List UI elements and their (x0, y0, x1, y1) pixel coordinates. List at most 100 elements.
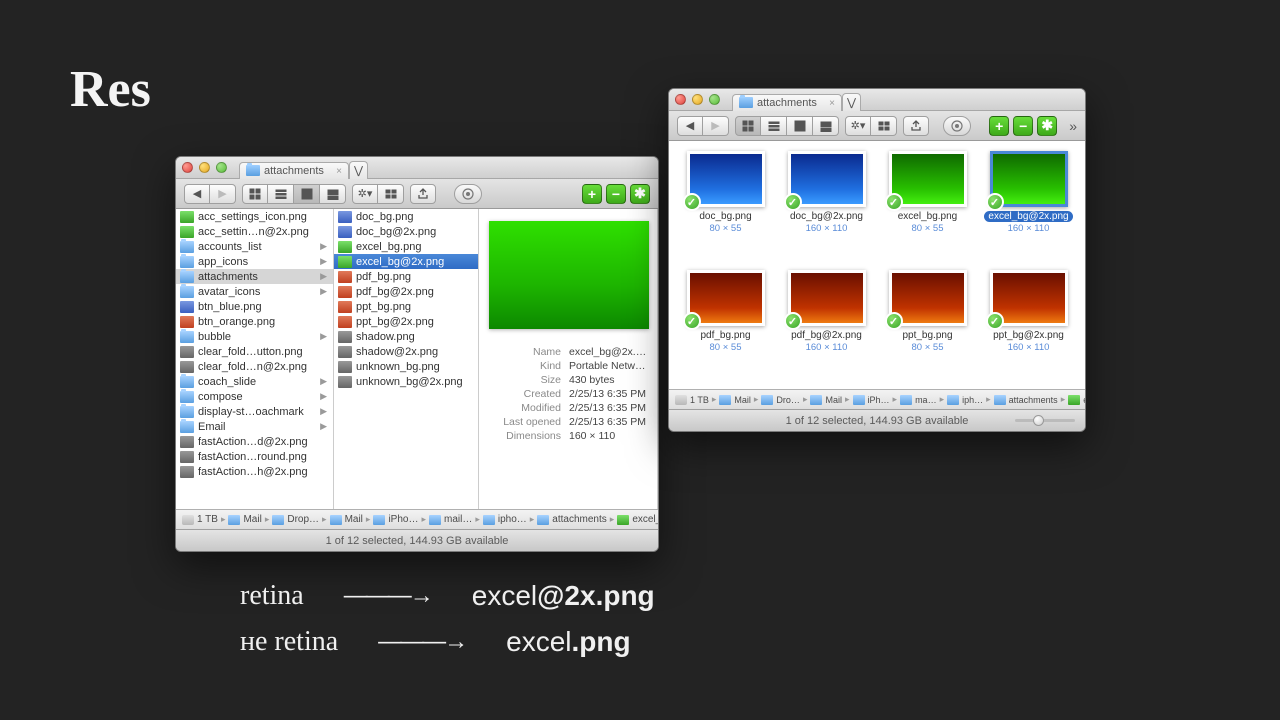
list-item[interactable]: clear_fold…utton.png (176, 344, 333, 359)
dropbox-add-button[interactable]: + (582, 184, 602, 204)
dropbox-add-button[interactable]: + (989, 116, 1009, 136)
list-item[interactable]: excel_bg@2x.png (334, 254, 478, 269)
grid-item[interactable]: ✓pdf_bg.png80 × 55 (677, 270, 774, 385)
view-list-button[interactable] (268, 184, 294, 204)
zoom-slider[interactable] (1015, 419, 1075, 422)
view-column-button[interactable] (787, 116, 813, 136)
list-item[interactable]: bubble▶ (176, 329, 333, 344)
close-button[interactable] (675, 94, 686, 105)
list-item[interactable]: doc_bg@2x.png (334, 224, 478, 239)
path-segment[interactable]: attachments (537, 514, 606, 525)
action-menu-button[interactable]: ✲▾ (352, 184, 378, 204)
path-segment[interactable]: Mail (719, 395, 751, 405)
list-item[interactable]: btn_orange.png (176, 314, 333, 329)
forward-button[interactable]: ▶ (703, 116, 729, 136)
path-segment[interactable]: excel_bg@2x.png (1068, 395, 1085, 405)
titlebar[interactable]: attachments × ⋁ (176, 157, 658, 179)
list-item[interactable]: fastAction…round.png (176, 449, 333, 464)
path-segment[interactable]: Dro… (761, 395, 800, 405)
view-column-button[interactable] (294, 184, 320, 204)
arrange-button[interactable] (871, 116, 897, 136)
list-item[interactable]: fastAction…d@2x.png (176, 434, 333, 449)
path-segment[interactable]: mail… (429, 514, 472, 525)
dropbox-sync-button[interactable]: ✱ (630, 184, 650, 204)
dropbox-remove-button[interactable]: − (606, 184, 626, 204)
path-segment[interactable]: Mail (228, 514, 261, 525)
list-item[interactable]: unknown_bg.png (334, 359, 478, 374)
list-item[interactable]: avatar_icons▶ (176, 284, 333, 299)
new-tab-button[interactable]: ⋁ (842, 93, 861, 111)
path-segment[interactable]: 1 TB (182, 514, 218, 525)
grid-item[interactable]: ✓excel_bg.png80 × 55 (879, 151, 976, 266)
list-item[interactable]: pdf_bg@2x.png (334, 284, 478, 299)
tab-attachments[interactable]: attachments × (239, 162, 349, 179)
list-item[interactable]: display-st…oachmark▶ (176, 404, 333, 419)
list-item[interactable]: pdf_bg.png (334, 269, 478, 284)
list-item[interactable]: btn_blue.png (176, 299, 333, 314)
minimize-button[interactable] (692, 94, 703, 105)
list-item[interactable]: excel_bg.png (334, 239, 478, 254)
zoom-knob[interactable] (1033, 415, 1044, 426)
path-segment[interactable]: iPh… (853, 395, 890, 405)
view-coverflow-button[interactable] (813, 116, 839, 136)
path-bar[interactable]: 1 TB▸Mail▸Drop…▸Mail▸iPho…▸mail…▸ipho…▸a… (176, 509, 658, 529)
tab-attachments[interactable]: attachments × (732, 94, 842, 111)
share-button[interactable] (410, 184, 436, 204)
list-item[interactable]: fastAction…h@2x.png (176, 464, 333, 479)
path-bar[interactable]: 1 TB▸Mail▸Dro…▸Mail▸iPh…▸ma…▸iph…▸attach… (669, 389, 1085, 409)
list-item[interactable]: unknown_bg@2x.png (334, 374, 478, 389)
zoom-button[interactable] (709, 94, 720, 105)
list-item[interactable]: acc_settings_icon.png (176, 209, 333, 224)
list-item[interactable]: compose▶ (176, 389, 333, 404)
close-button[interactable] (182, 162, 193, 173)
grid-item[interactable]: ✓ppt_bg.png80 × 55 (879, 270, 976, 385)
path-segment[interactable]: ipho… (483, 514, 527, 525)
list-item[interactable]: Email▶ (176, 419, 333, 434)
tab-close-icon[interactable]: × (336, 166, 342, 177)
dropbox-remove-button[interactable]: − (1013, 116, 1033, 136)
list-item[interactable]: app_icons▶ (176, 254, 333, 269)
list-item[interactable]: shadow@2x.png (334, 344, 478, 359)
info-button[interactable] (454, 184, 482, 204)
new-tab-button[interactable]: ⋁ (349, 161, 368, 179)
path-segment[interactable]: Drop… (272, 514, 319, 525)
list-item[interactable]: shadow.png (334, 329, 478, 344)
arrange-button[interactable] (378, 184, 404, 204)
grid-item[interactable]: ✓pdf_bg@2x.png160 × 110 (778, 270, 875, 385)
list-item[interactable]: doc_bg.png (334, 209, 478, 224)
tab-close-icon[interactable]: × (829, 98, 835, 109)
titlebar[interactable]: attachments × ⋁ (669, 89, 1085, 111)
view-icon-button[interactable] (242, 184, 268, 204)
view-coverflow-button[interactable] (320, 184, 346, 204)
path-segment[interactable]: iph… (947, 395, 983, 405)
action-menu-button[interactable]: ✲▾ (845, 116, 871, 136)
path-segment[interactable]: attachments (994, 395, 1058, 405)
list-item[interactable]: accounts_list▶ (176, 239, 333, 254)
view-list-button[interactable] (761, 116, 787, 136)
zoom-button[interactable] (216, 162, 227, 173)
list-item[interactable]: attachments▶ (176, 269, 333, 284)
forward-button[interactable]: ▶ (210, 184, 236, 204)
column-1[interactable]: acc_settings_icon.pngacc_settin…n@2x.png… (176, 209, 334, 509)
grid-item[interactable]: ✓doc_bg@2x.png160 × 110 (778, 151, 875, 266)
minimize-button[interactable] (199, 162, 210, 173)
icon-grid[interactable]: ✓doc_bg.png80 × 55✓doc_bg@2x.png160 × 11… (669, 141, 1085, 389)
list-item[interactable]: acc_settin…n@2x.png (176, 224, 333, 239)
list-item[interactable]: ppt_bg@2x.png (334, 314, 478, 329)
path-segment[interactable]: excel_bg@2x.png (617, 514, 658, 525)
dropbox-sync-button[interactable]: ✱ (1037, 116, 1057, 136)
back-button[interactable]: ◀ (184, 184, 210, 204)
path-segment[interactable]: 1 TB (675, 395, 709, 405)
grid-item[interactable]: ✓doc_bg.png80 × 55 (677, 151, 774, 266)
list-item[interactable]: clear_fold…n@2x.png (176, 359, 333, 374)
path-segment[interactable]: ma… (900, 395, 937, 405)
grid-item[interactable]: ✓excel_bg@2x.png160 × 110 (980, 151, 1077, 266)
list-item[interactable]: coach_slide▶ (176, 374, 333, 389)
view-icon-button[interactable] (735, 116, 761, 136)
list-item[interactable]: ppt_bg.png (334, 299, 478, 314)
grid-item[interactable]: ✓ppt_bg@2x.png160 × 110 (980, 270, 1077, 385)
path-segment[interactable]: iPho… (373, 514, 418, 525)
info-button[interactable] (943, 116, 971, 136)
share-button[interactable] (903, 116, 929, 136)
path-segment[interactable]: Mail (810, 395, 842, 405)
